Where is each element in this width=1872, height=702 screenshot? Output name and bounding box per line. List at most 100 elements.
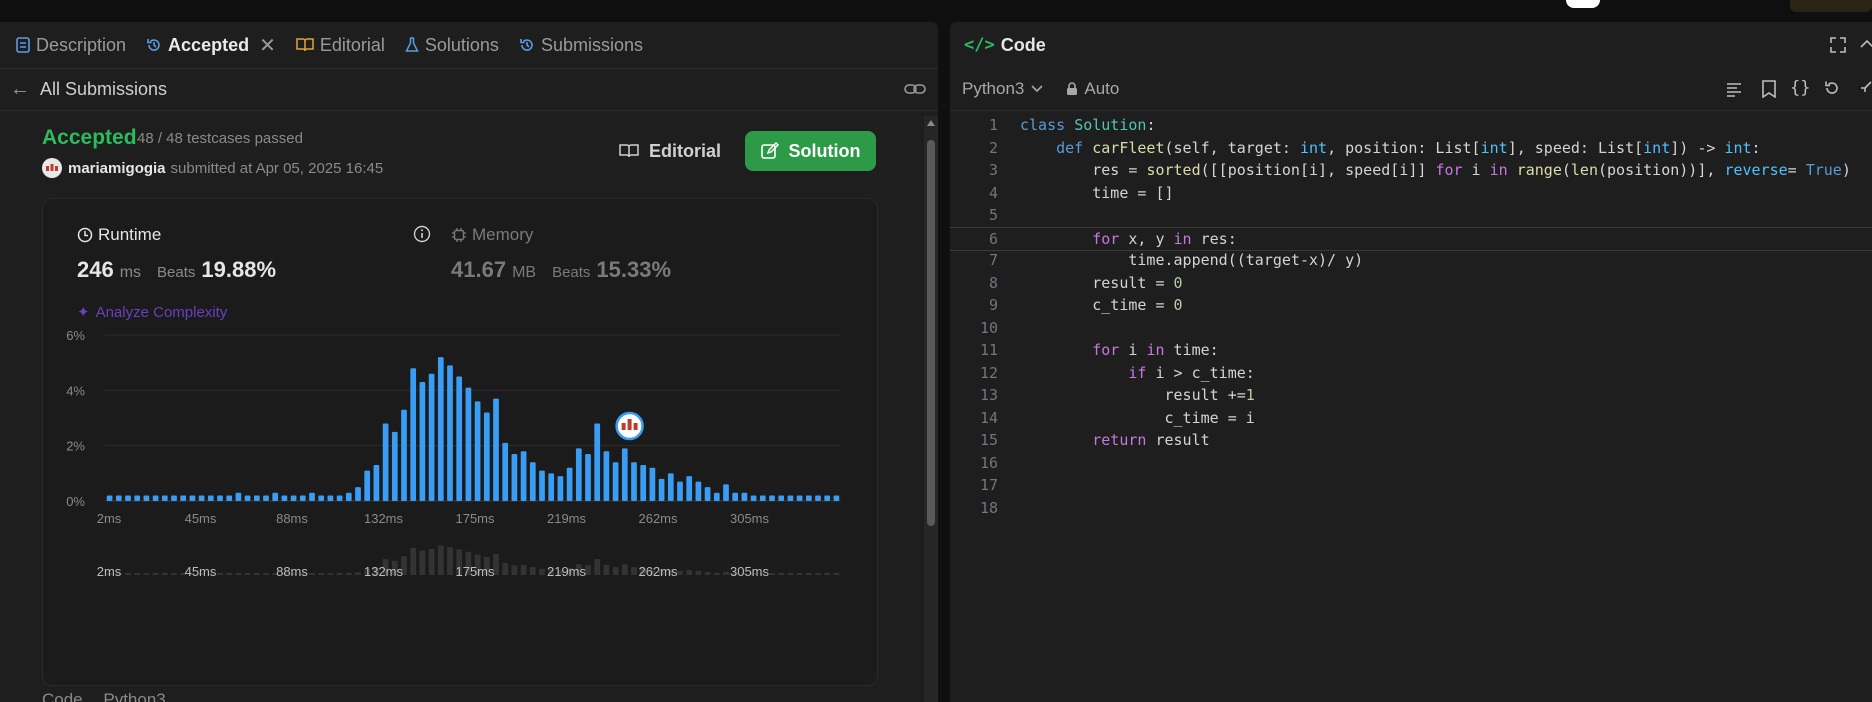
distribution-bar[interactable] <box>401 409 407 501</box>
distribution-bar[interactable] <box>667 473 674 501</box>
distribution-bar[interactable] <box>548 473 555 501</box>
solution-button[interactable]: Solution <box>745 131 876 171</box>
code-tab[interactable]: </> Code <box>964 22 1046 68</box>
runtime-distribution-chart[interactable]: 6% 4% 2% 0% 2ms 45ms 88ms 132ms 175ms 219ms 262ms… <box>43 199 877 685</box>
distribution-bar[interactable] <box>493 398 499 501</box>
tab-editorial[interactable]: Editorial <box>286 22 395 68</box>
tab-accepted[interactable]: Accepted ✕ <box>136 22 286 68</box>
distribution-bar[interactable] <box>318 495 325 501</box>
distribution-bar[interactable] <box>713 492 720 501</box>
distribution-bar[interactable] <box>391 431 398 501</box>
distribution-bar[interactable] <box>631 462 637 501</box>
distribution-bar[interactable] <box>143 495 150 501</box>
collapse-icon[interactable] <box>1858 81 1872 95</box>
distribution-bar[interactable] <box>419 382 426 501</box>
distribution-bar[interactable] <box>410 368 417 501</box>
distribution-bar[interactable] <box>465 387 472 501</box>
distribution-bar[interactable] <box>529 462 536 501</box>
distribution-bar[interactable] <box>437 357 444 501</box>
distribution-bar[interactable] <box>796 495 803 501</box>
distribution-bar[interactable] <box>327 495 334 501</box>
bookmark-icon[interactable] <box>1762 80 1776 98</box>
distribution-bar[interactable] <box>594 423 601 501</box>
distribution-bar[interactable] <box>759 495 766 501</box>
distribution-bar[interactable] <box>299 495 306 501</box>
distribution-bar[interactable] <box>217 495 223 501</box>
distribution-bar[interactable] <box>244 495 251 501</box>
editorial-button[interactable]: Editorial <box>606 131 734 171</box>
distribution-bar[interactable] <box>281 495 288 501</box>
distribution-bar[interactable] <box>686 476 693 501</box>
distribution-bar[interactable] <box>235 492 242 501</box>
distribution-bar[interactable] <box>649 467 656 501</box>
distribution-bar[interactable] <box>723 484 729 501</box>
link-icon[interactable] <box>904 81 926 97</box>
avatar[interactable] <box>42 158 62 178</box>
back-link[interactable]: ← All Submissions <box>0 78 167 101</box>
distribution-bar[interactable] <box>833 495 840 501</box>
distribution-bar[interactable] <box>106 495 113 501</box>
braces-icon[interactable]: {} <box>1790 78 1810 98</box>
distribution-bar[interactable] <box>272 492 279 501</box>
distribution-bar[interactable] <box>805 495 812 501</box>
chevron-up-icon[interactable] <box>1860 37 1872 53</box>
distribution-bar[interactable] <box>778 495 785 501</box>
distribution-bar[interactable] <box>640 465 647 501</box>
distribution-bar[interactable] <box>704 487 711 501</box>
distribution-bar[interactable] <box>382 423 389 501</box>
distribution-bar[interactable] <box>732 492 739 501</box>
distribution-bar[interactable] <box>198 495 205 501</box>
close-icon[interactable]: ✕ <box>259 33 276 58</box>
distribution-bar[interactable] <box>364 470 371 501</box>
distribution-bar[interactable] <box>520 451 527 501</box>
distribution-bar[interactable] <box>741 492 748 501</box>
distribution-bar[interactable] <box>134 495 141 501</box>
distribution-bar[interactable] <box>824 495 831 501</box>
tab-solutions[interactable]: Solutions <box>395 22 509 68</box>
distribution-bar[interactable] <box>428 373 435 501</box>
distribution-bar[interactable] <box>612 462 619 501</box>
tab-description[interactable]: Description <box>0 22 136 68</box>
distribution-bar[interactable] <box>290 495 297 501</box>
distribution-bar[interactable] <box>226 495 233 501</box>
distribution-bar[interactable] <box>474 401 481 501</box>
scrollbar[interactable] <box>924 116 938 702</box>
distribution-bar[interactable] <box>456 376 463 502</box>
distribution-bar[interactable] <box>161 495 168 501</box>
username[interactable]: mariamigogia <box>68 160 166 177</box>
distribution-bar[interactable] <box>502 442 509 501</box>
language-select[interactable]: Python3 <box>962 79 1044 99</box>
distribution-bar[interactable] <box>125 495 131 501</box>
scrollbar-thumb[interactable] <box>927 140 935 526</box>
distribution-bar[interactable] <box>115 495 122 501</box>
distribution-bar[interactable] <box>621 448 628 501</box>
distribution-bar[interactable] <box>539 470 545 501</box>
distribution-bar[interactable] <box>373 465 380 501</box>
distribution-bar[interactable] <box>355 487 361 501</box>
distribution-bar[interactable] <box>253 495 260 501</box>
distribution-bar[interactable] <box>336 495 343 501</box>
format-icon[interactable] <box>1726 81 1742 97</box>
distribution-bar[interactable] <box>815 495 821 501</box>
distribution-bar[interactable] <box>483 412 490 501</box>
distribution-bar[interactable] <box>345 492 352 501</box>
avatar[interactable] <box>1566 0 1600 8</box>
distribution-bar[interactable] <box>787 495 794 501</box>
distribution-bar[interactable] <box>511 453 518 501</box>
distribution-bar[interactable] <box>750 495 757 501</box>
distribution-bar[interactable] <box>557 476 564 501</box>
distribution-bar[interactable] <box>695 481 702 501</box>
distribution-bar[interactable] <box>447 365 453 501</box>
distribution-bar[interactable] <box>189 495 196 501</box>
distribution-bar[interactable] <box>603 451 610 501</box>
distribution-bar[interactable] <box>677 481 683 501</box>
tab-submissions[interactable]: Submissions <box>509 22 653 68</box>
distribution-bar[interactable] <box>309 492 315 501</box>
auto-mode-toggle[interactable]: Auto <box>1066 79 1119 99</box>
distribution-bar[interactable] <box>769 495 775 501</box>
distribution-bar[interactable] <box>575 448 582 501</box>
reset-icon[interactable] <box>1824 80 1840 96</box>
distribution-bar[interactable] <box>207 495 214 501</box>
distribution-bar[interactable] <box>152 495 159 501</box>
distribution-bar[interactable] <box>566 467 573 501</box>
